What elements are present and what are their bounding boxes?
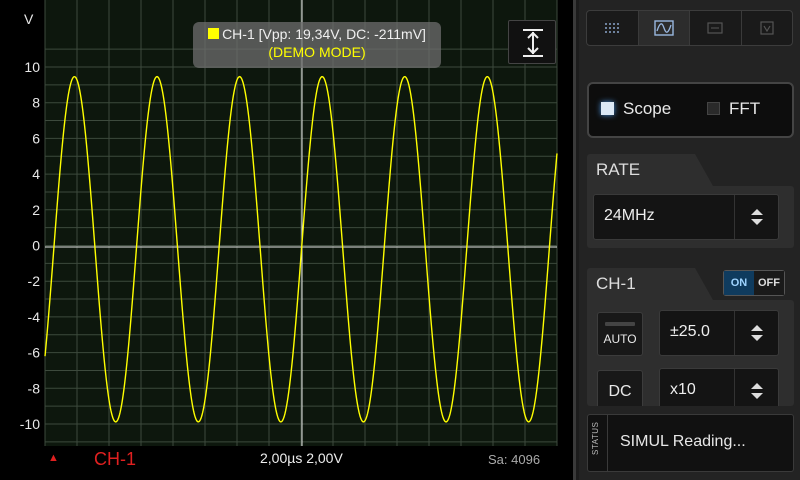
ch1-section-title: CH-1 [587, 268, 713, 300]
mode-scope-label: Scope [623, 99, 672, 118]
y-tick-label: 8 [32, 95, 40, 111]
control-panel: Scope FFT RATE 24MHz CH-1 ON OFF AUTO ±2… [579, 0, 800, 480]
status-tab: STATUS [588, 415, 608, 471]
y-tick-label: 10 [24, 59, 40, 75]
channel-info-overlay: CH-1 [Vpp: 19,34V, DC: -211mV] (DEMO MOD… [193, 22, 441, 68]
auto-button[interactable]: AUTO [597, 312, 643, 356]
y-unit-label: V [24, 11, 34, 27]
auto-indicator [605, 322, 635, 326]
y-tick-label: 6 [32, 130, 40, 146]
toolbar-info-button[interactable] [742, 11, 793, 45]
up-down-arrows-icon [734, 311, 778, 355]
probe-value: x10 [670, 381, 696, 398]
ch1-on-off-toggle[interactable]: ON OFF [723, 270, 785, 296]
y-tick-label: 2 [32, 202, 40, 218]
probe-select[interactable]: x10 [659, 368, 779, 406]
y-tick-label: 4 [32, 166, 40, 182]
channel-color-swatch [208, 28, 220, 39]
ch1-section: AUTO ±25.0 DC x10 [587, 300, 794, 406]
y-tick-label: -4 [28, 309, 41, 325]
voltage-range-select[interactable]: ±25.0 [659, 310, 779, 356]
grid-icon [605, 23, 620, 33]
y-tick-label: -8 [28, 380, 41, 396]
mode-scope-option[interactable]: Scope [601, 99, 671, 119]
status-panel: STATUS SIMUL Reading... [587, 414, 794, 472]
rate-select[interactable]: 24MHz [593, 194, 779, 240]
channel-label: CH-1 [94, 449, 137, 469]
vertical-scale-button[interactable] [508, 20, 556, 64]
status-tab-label: STATUS [591, 421, 600, 455]
view-toolbar [586, 10, 793, 46]
status-text: SIMUL Reading... [620, 433, 746, 450]
vertical-expand-icon [523, 29, 543, 57]
y-tick-label: 0 [32, 238, 40, 254]
toolbar-board-button[interactable] [690, 11, 742, 45]
ch1-off-option[interactable]: OFF [754, 271, 784, 295]
demo-mode-label: (DEMO MODE) [268, 44, 366, 60]
y-tick-label: -6 [28, 345, 41, 361]
radio-selected-icon [601, 102, 614, 115]
ch1-on-option[interactable]: ON [724, 271, 754, 295]
up-down-arrows-icon [734, 195, 778, 239]
info-icon [760, 21, 774, 35]
up-down-arrows-icon [734, 369, 778, 406]
y-tick-label: -2 [28, 273, 41, 289]
rate-value: 24MHz [604, 207, 655, 224]
toolbar-scope-button[interactable] [638, 11, 690, 45]
scope-status-bar: ▲ CH-1 2,00µs 2,00V Sa: 4096 [0, 446, 576, 480]
sample-count: Sa: 4096 [488, 452, 541, 467]
toolbar-grid-button[interactable] [587, 11, 639, 45]
coupling-button[interactable]: DC [597, 370, 643, 406]
board-icon [707, 22, 723, 34]
timebase-readout: 2,00µs 2,00V [260, 450, 343, 466]
mode-selector: Scope FFT [587, 82, 794, 138]
scope-display[interactable]: 10 8 6 4 2 0 -2 -4 -6 -8 -10 V CH-1 [Vpp: 19,34V, … [0, 0, 576, 480]
oscilloscope-plot[interactable]: 10 8 6 4 2 0 -2 -4 -6 -8 -10 V [0, 0, 576, 480]
rate-section-title: RATE [587, 154, 713, 186]
channel-info-line: CH-1 [Vpp: 19,34V, DC: -211mV] [193, 26, 441, 42]
mode-fft-option[interactable]: FFT [707, 99, 760, 119]
mode-fft-label: FFT [729, 99, 761, 118]
voltage-range-value: ±25.0 [670, 323, 710, 340]
scope-icon [654, 20, 674, 36]
radio-unselected-icon [707, 102, 720, 115]
y-tick-labels: 10 8 6 4 2 0 -2 -4 -6 -8 -10 [20, 59, 40, 432]
rate-section: 24MHz [587, 186, 794, 248]
channel-measurements: CH-1 [Vpp: 19,34V, DC: -211mV] [222, 26, 426, 42]
y-tick-label: -10 [20, 416, 40, 432]
trigger-icon[interactable]: ▲ [48, 452, 59, 464]
auto-label: AUTO [603, 332, 637, 346]
